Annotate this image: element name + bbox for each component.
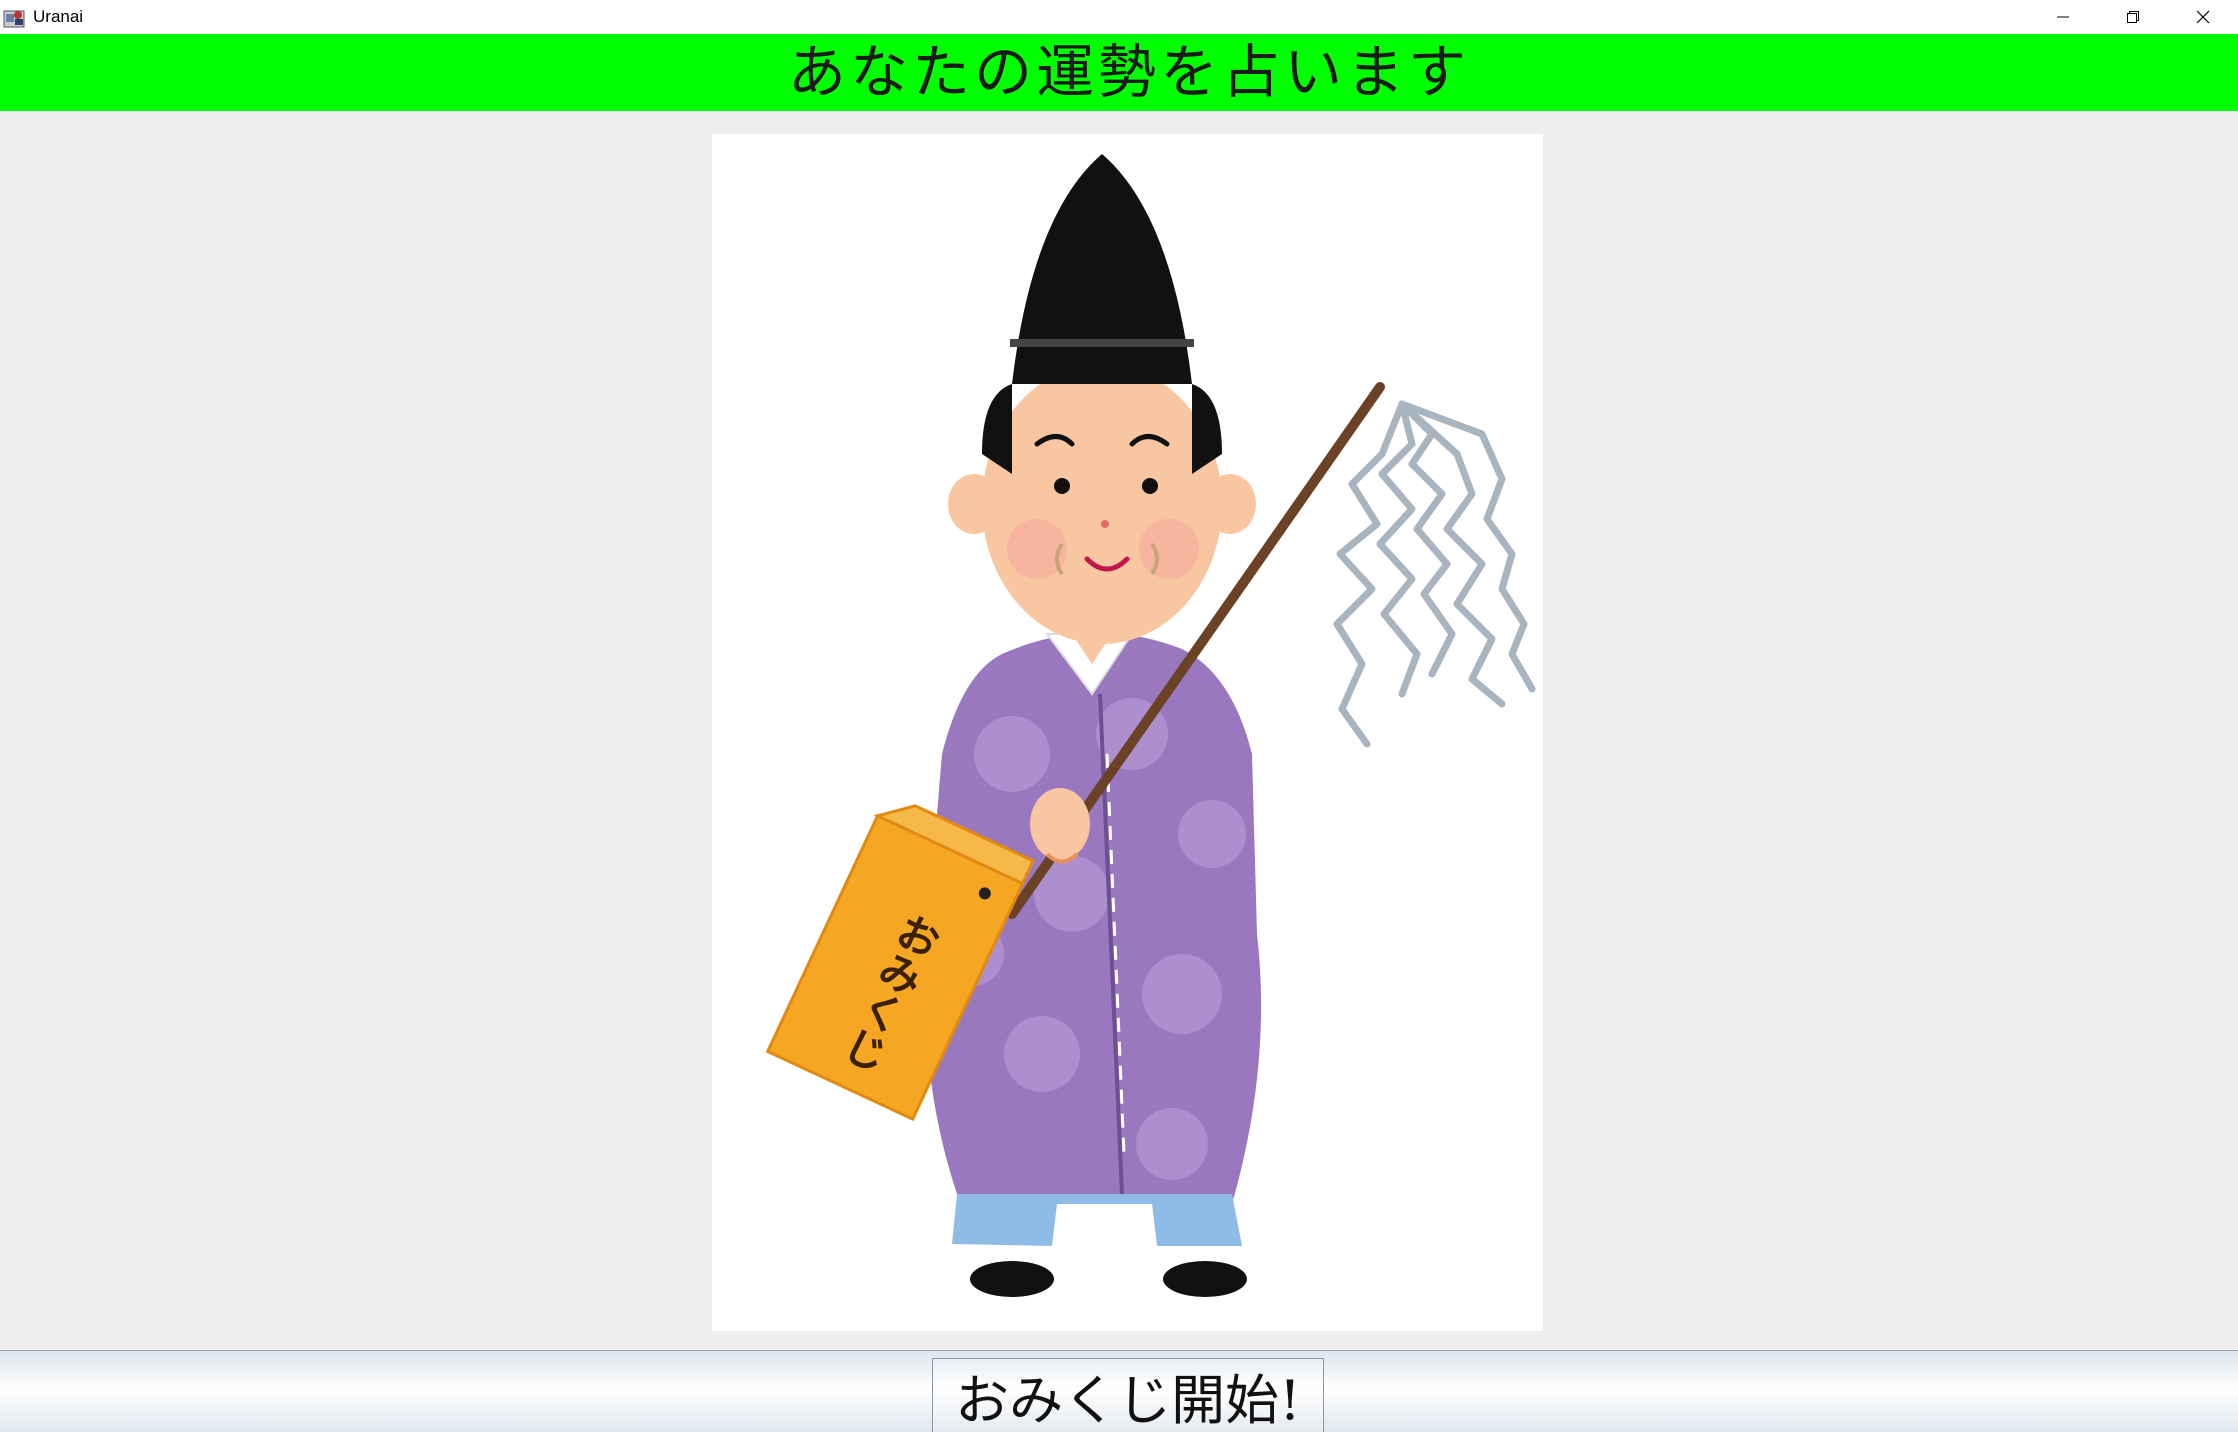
header-banner: あなたの運勢を占います xyxy=(0,34,2238,111)
window-controls xyxy=(2028,0,2238,34)
close-icon xyxy=(2196,10,2210,24)
priest-illustration: おみくじ xyxy=(712,134,1543,1331)
bottom-bar: おみくじ開始! xyxy=(0,1350,2238,1432)
restore-icon xyxy=(2127,11,2139,23)
minimize-button[interactable] xyxy=(2028,0,2098,34)
app-icon xyxy=(3,5,27,29)
window-title: Uranai xyxy=(33,7,84,26)
close-button[interactable] xyxy=(2168,0,2238,34)
minimize-icon xyxy=(2057,16,2069,18)
shinto-priest-omikuji-illustration: おみくじ xyxy=(765,154,1536,1297)
app-window: Uranai あなたの運勢を占います おみくじ おみくじ開始! xyxy=(0,0,2238,1432)
restore-button[interactable] xyxy=(2098,0,2168,34)
start-omikuji-button[interactable]: おみくじ開始! xyxy=(932,1358,1324,1432)
header-title: あなたの運勢を占います xyxy=(787,38,1470,106)
title-bar: Uranai xyxy=(0,0,2238,34)
